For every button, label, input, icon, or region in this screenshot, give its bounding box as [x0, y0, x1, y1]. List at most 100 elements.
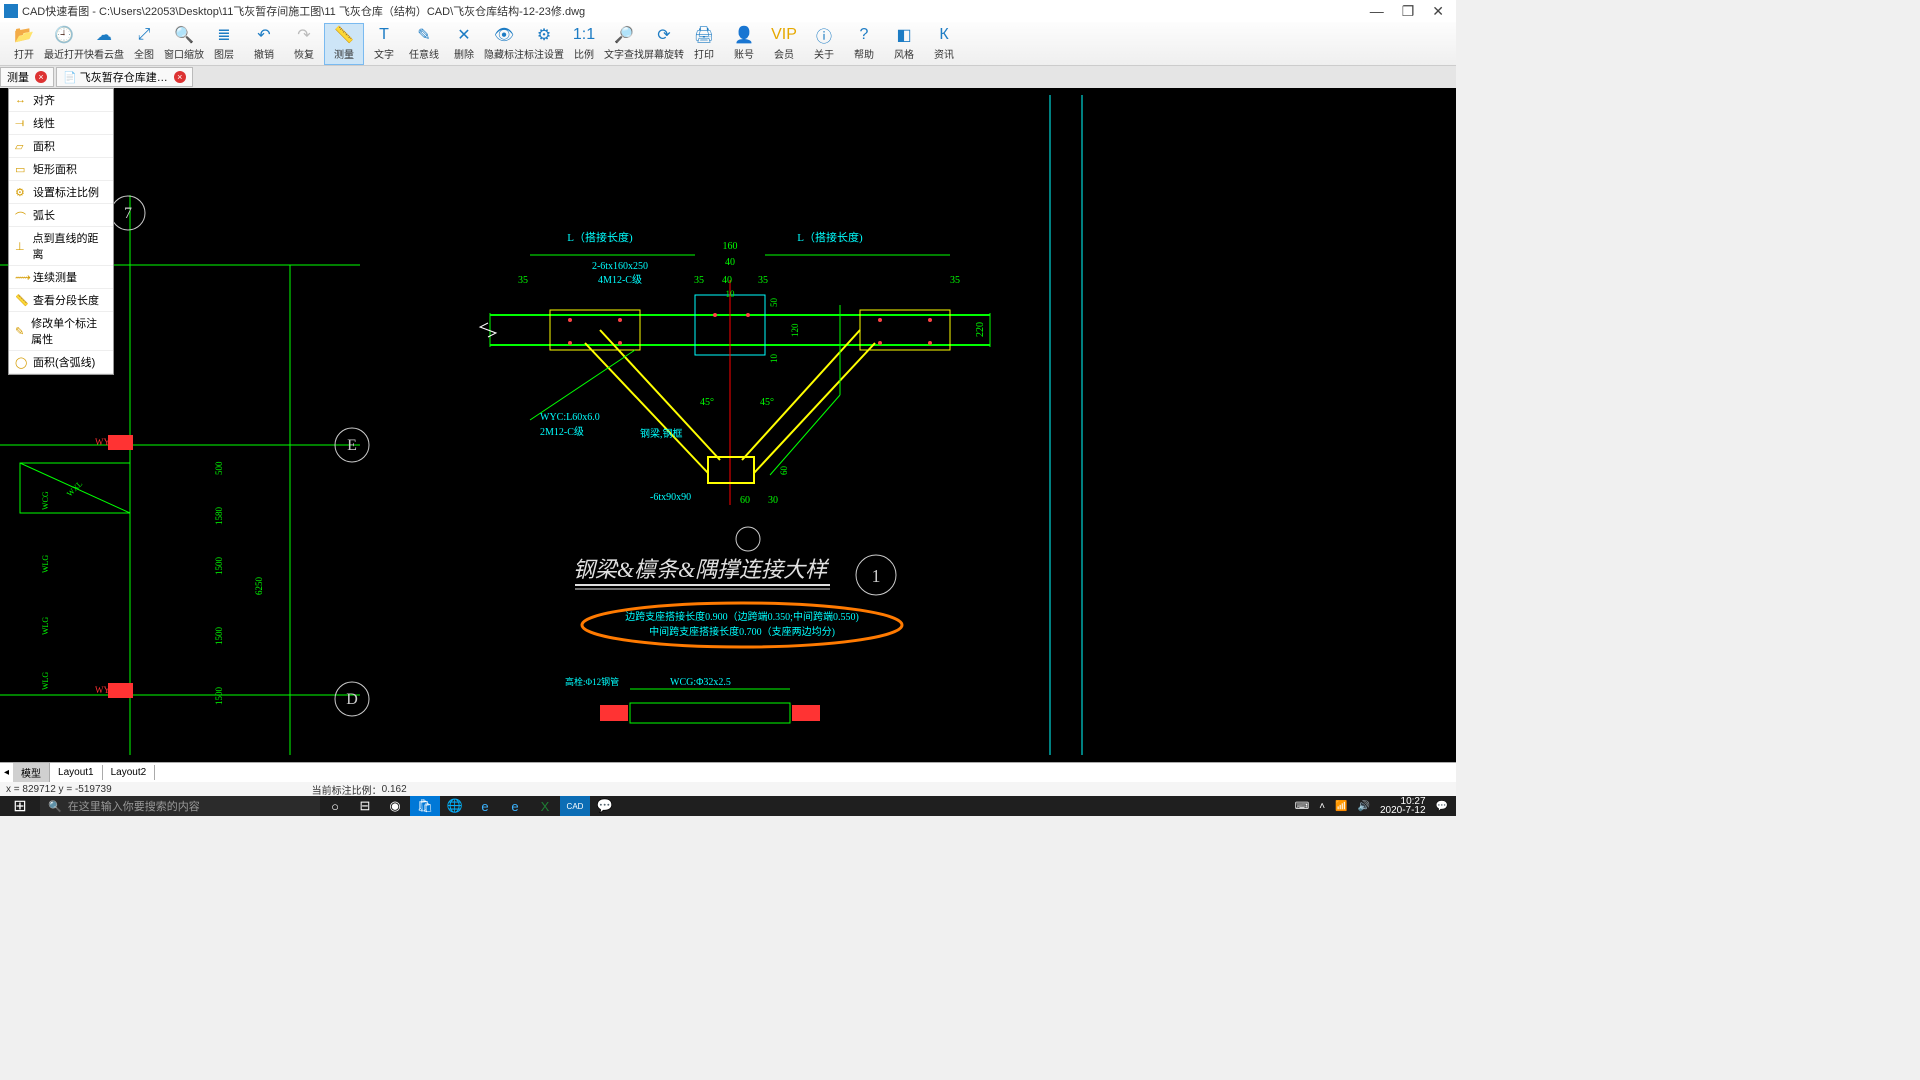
notification-icon[interactable]: 💬	[1436, 801, 1448, 812]
volume-icon[interactable]: 🔊	[1358, 801, 1370, 812]
tool-full[interactable]: ⤢全图	[124, 23, 164, 65]
measure-item-7[interactable]: ⟿连续测量	[9, 266, 113, 289]
tool-layers[interactable]: ≣图层	[204, 23, 244, 65]
svg-text:35: 35	[950, 275, 960, 286]
svg-text:2M12-C级: 2M12-C级	[540, 426, 584, 438]
svg-text:钢梁,钢框: 钢梁,钢框	[640, 427, 683, 440]
tool-hideanno[interactable]: 👁隐藏标注	[484, 23, 524, 65]
svg-text:45°: 45°	[700, 397, 714, 408]
tool-rotate[interactable]: ⟳屏幕旋转	[644, 23, 684, 65]
measure-item-3[interactable]: ▭矩形面积	[9, 158, 113, 181]
system-tray[interactable]: ⌨ ˄ 📶 🔊 10:27 2020-7-12 💬	[1295, 797, 1456, 815]
svg-text:10: 10	[726, 289, 736, 299]
svg-text:1580: 1580	[214, 507, 224, 526]
measure-item-9[interactable]: ✎修改单个标注属性	[9, 312, 113, 351]
svg-text:30: 30	[768, 495, 778, 506]
ime-icon[interactable]: ⌨	[1295, 801, 1309, 812]
minimize-button[interactable]: —	[1370, 3, 1384, 20]
scale-value: 0.162	[382, 784, 407, 795]
tab-close-icon[interactable]: ×	[35, 71, 47, 83]
tray-chevron-icon[interactable]: ˄	[1319, 801, 1325, 812]
chrome-icon[interactable]: ◉	[380, 796, 410, 816]
svg-text:35: 35	[694, 275, 704, 286]
excel-icon[interactable]: X	[530, 796, 560, 816]
svg-text:WCG: WCG	[41, 491, 50, 510]
tool-recent[interactable]: 🕘最近打开	[44, 23, 84, 65]
svg-text:220: 220	[975, 322, 986, 337]
svg-text:E: E	[347, 437, 357, 454]
svg-text:WLG: WLG	[41, 617, 50, 635]
close-button[interactable]: ✕	[1432, 3, 1444, 20]
tool-text[interactable]: T文字	[364, 23, 404, 65]
drawing-canvas[interactable]: 7 E D 500 1580 1500 1500 1500 6250 WYC W…	[0, 88, 1456, 762]
cortana-icon[interactable]: ○	[320, 796, 350, 816]
search-icon: 🔍	[48, 800, 62, 813]
main-toolbar: 📂打开🕘最近打开☁快看云盘⤢全图🔍窗口缩放≣图层↶撤销↷恢复📏测量T文字✎任意线…	[0, 22, 1456, 66]
svg-text:WXL: WXL	[65, 479, 84, 498]
tool-cloud[interactable]: ☁快看云盘	[84, 23, 124, 65]
tool-annoset[interactable]: ⚙标注设置	[524, 23, 564, 65]
browser-icon[interactable]: 🌐	[440, 796, 470, 816]
layout-tab-model[interactable]: 模型	[13, 763, 50, 782]
tool-account[interactable]: 👤账号	[724, 23, 764, 65]
svg-text:L（搭接长度): L（搭接长度)	[797, 230, 863, 244]
taskview-icon[interactable]: ⊟	[350, 796, 380, 816]
svg-text:35: 35	[758, 275, 768, 286]
layout-tab-2[interactable]: Layout2	[103, 765, 156, 780]
layout-tab-1[interactable]: Layout1	[50, 765, 103, 780]
svg-text:WLG: WLG	[41, 555, 50, 573]
taskbar-search[interactable]: 🔍 在这里输入你要搜索的内容	[40, 796, 320, 816]
tab-close-icon[interactable]: ×	[174, 71, 186, 83]
measure-item-2[interactable]: ▱面积	[9, 135, 113, 158]
svg-text:钢梁&檩条&隅撑连接大样: 钢梁&檩条&隅撑连接大样	[573, 557, 830, 582]
tool-news[interactable]: К资讯	[924, 23, 964, 65]
ie-icon[interactable]: e	[470, 796, 500, 816]
svg-text:2-6tx160x250: 2-6tx160x250	[592, 261, 648, 272]
svg-text:50: 50	[769, 298, 779, 308]
measure-menu[interactable]: ↔对齐⟞线性▱面积▭矩形面积⚙设置标注比例⌒弧长⊥点到直线的距离⟿连续测量📏查看…	[8, 88, 114, 375]
tool-style[interactable]: ◧风格	[884, 23, 924, 65]
measure-item-10[interactable]: ◯面积(含弧线)	[9, 351, 113, 374]
measure-item-6[interactable]: ⊥点到直线的距离	[9, 227, 113, 266]
tool-help[interactable]: ?帮助	[844, 23, 884, 65]
svg-text:1500: 1500	[214, 627, 224, 646]
maximize-button[interactable]: ❐	[1402, 3, 1415, 20]
svg-text:40: 40	[722, 275, 732, 286]
edge-icon[interactable]: e	[500, 796, 530, 816]
tool-freeline[interactable]: ✎任意线	[404, 23, 444, 65]
network-icon[interactable]: 📶	[1335, 801, 1347, 812]
start-button[interactable]: ⊞	[0, 796, 40, 816]
svg-text:4M12-C级: 4M12-C级	[598, 274, 642, 286]
tool-print[interactable]: 🖨打印	[684, 23, 724, 65]
status-bar: x = 829712 y = -519739 当前标注比例： 0.162	[0, 782, 1456, 796]
svg-text:6250: 6250	[254, 577, 264, 596]
svg-text:L（搭接长度): L（搭接长度)	[567, 230, 633, 244]
tool-redo[interactable]: ↷恢复	[284, 23, 324, 65]
measure-item-0[interactable]: ↔对齐	[9, 89, 113, 112]
window-title: CAD快速看图 - C:\Users\22053\Desktop\11飞灰暂存间…	[22, 3, 585, 19]
cad-taskbar-icon[interactable]: CAD	[560, 796, 590, 816]
measure-item-4[interactable]: ⚙设置标注比例	[9, 181, 113, 204]
tool-vip[interactable]: VIP会员	[764, 23, 804, 65]
tool-measure[interactable]: 📏测量	[324, 23, 364, 65]
svg-text:120: 120	[790, 323, 800, 337]
doc-tab-1[interactable]: 📄 飞灰暂存仓库建…×	[56, 67, 193, 87]
store-icon[interactable]: 🛍	[410, 796, 440, 816]
tool-undo[interactable]: ↶撤销	[244, 23, 284, 65]
tool-about[interactable]: ⓘ关于	[804, 23, 844, 65]
scale-label: 当前标注比例：	[312, 782, 382, 797]
wechat-icon[interactable]: 💬	[590, 796, 620, 816]
tool-textsearch[interactable]: 🔎文字查找	[604, 23, 644, 65]
doc-tab-0[interactable]: 测量×	[0, 67, 54, 87]
tool-scale[interactable]: 1:1比例	[564, 23, 604, 65]
measure-item-8[interactable]: 📏查看分段长度	[9, 289, 113, 312]
measure-item-1[interactable]: ⟞线性	[9, 112, 113, 135]
measure-item-5[interactable]: ⌒弧长	[9, 204, 113, 227]
svg-text:WLG: WLG	[41, 672, 50, 690]
svg-text:35: 35	[518, 275, 528, 286]
svg-text:1: 1	[872, 566, 881, 586]
tool-delete[interactable]: ✕删除	[444, 23, 484, 65]
tool-open[interactable]: 📂打开	[4, 23, 44, 65]
svg-text:WCG:Φ32x2.5: WCG:Φ32x2.5	[670, 677, 731, 688]
tool-zoomwin[interactable]: 🔍窗口缩放	[164, 23, 204, 65]
